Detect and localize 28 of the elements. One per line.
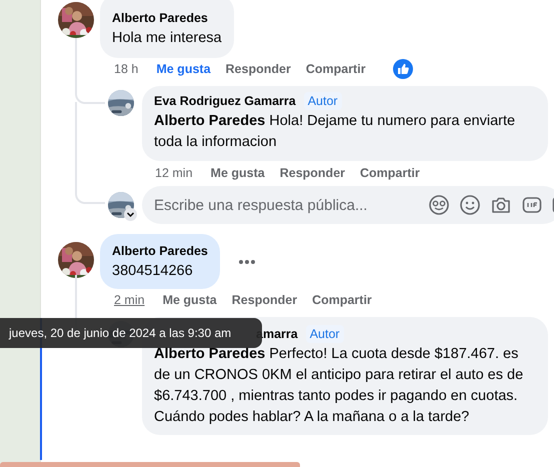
reply-link[interactable]: Responder (232, 293, 298, 307)
share-link[interactable]: Compartir (360, 166, 420, 180)
comment-text: Hola me interesa (112, 29, 222, 48)
avatar-sticker-icon[interactable] (428, 194, 450, 216)
author-badge: Autor (306, 325, 344, 343)
timestamp-link[interactable]: 2 min (114, 293, 145, 307)
comment-text: Alberto Paredes Hola! Dejame tu numero para enviarte toda la informacion (154, 112, 516, 152)
author-name[interactable]: Alberto Paredes (112, 244, 208, 258)
like-link[interactable]: Me gusta (162, 293, 217, 307)
emoji-icon[interactable] (459, 194, 481, 216)
share-link[interactable]: Compartir (306, 62, 366, 76)
timestamp-link[interactable]: 12 min (155, 166, 193, 180)
reply-field[interactable]: Escribe una respuesta pública... (142, 186, 554, 224)
chevron-down-icon[interactable] (124, 208, 137, 221)
share-link[interactable]: Compartir (312, 293, 372, 307)
author-name[interactable]: Alberto Paredes (112, 11, 208, 25)
author-name[interactable]: Eva Rodriguez Gamarra (154, 94, 296, 108)
comment-text: Alberto Paredes Perfecto! La cuota desde $187.467. es de un CRONOS 0KM el anticipo para retirar el auto es de $6.743.700 , mientras tanto podes ir pagando en cuotas. Cuándo podes hablar? A la mañana o a la tarde? (154, 345, 524, 427)
reply-link[interactable]: Responder (280, 166, 346, 180)
like-link[interactable]: Me gusta (156, 62, 211, 76)
like-link[interactable]: Me gusta (210, 166, 265, 180)
gif-icon[interactable] (521, 194, 543, 216)
more-icon[interactable] (238, 258, 256, 264)
reply-link[interactable]: Responder (226, 62, 291, 76)
author-badge: Autor (304, 92, 342, 110)
reply-input[interactable]: Escribe una respuesta pública... (154, 196, 419, 214)
comment-text: 3804514266 (112, 262, 194, 281)
timestamp-link[interactable]: 18 h (114, 62, 138, 76)
